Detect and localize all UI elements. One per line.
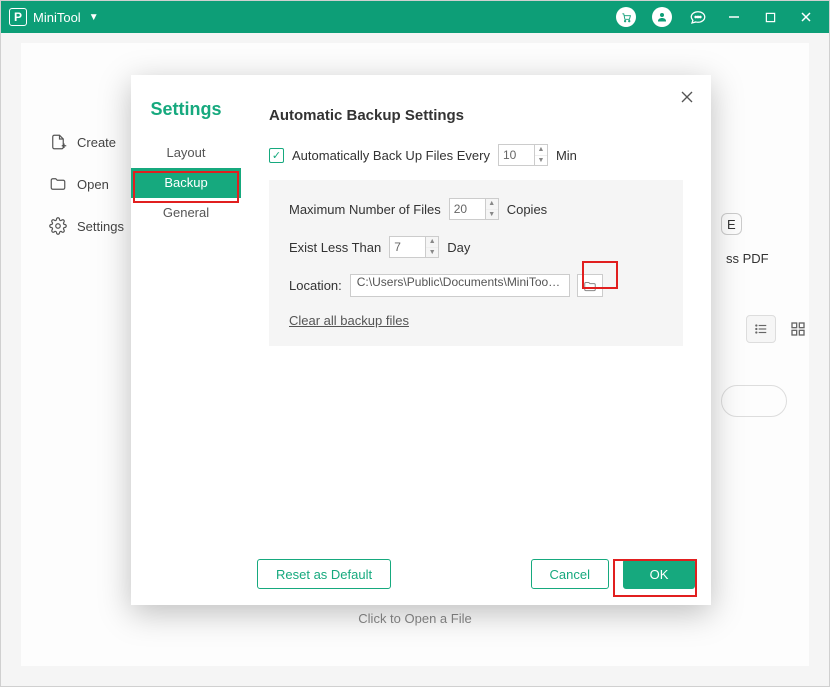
app-logo-icon: P bbox=[9, 8, 27, 26]
create-tool[interactable]: Create bbox=[49, 133, 124, 151]
auto-backup-checkbox[interactable]: ✓ bbox=[269, 148, 284, 163]
spinner-buttons: ▲ ▼ bbox=[534, 144, 548, 166]
dialog-heading: Settings bbox=[131, 99, 241, 120]
spinner-down-icon[interactable]: ▼ bbox=[535, 156, 547, 166]
spinner-down-icon[interactable]: ▼ bbox=[486, 210, 498, 220]
location-label: Location: bbox=[289, 278, 342, 293]
dialog-footer: Reset as Default Cancel OK bbox=[257, 559, 695, 589]
app-dropdown-icon[interactable]: ▼ bbox=[89, 12, 99, 23]
user-icon bbox=[652, 7, 672, 27]
open-file-hint[interactable]: Click to Open a File bbox=[21, 611, 809, 626]
max-files-unit: Copies bbox=[507, 202, 547, 217]
list-icon bbox=[754, 322, 768, 336]
cart-icon bbox=[616, 7, 636, 27]
cart-button[interactable] bbox=[611, 1, 641, 33]
auto-backup-row: ✓ Automatically Back Up Files Every ▲ ▼ … bbox=[269, 144, 683, 166]
folder-icon bbox=[583, 280, 597, 292]
open-label: Open bbox=[77, 177, 109, 192]
spinner-down-icon[interactable]: ▼ bbox=[426, 248, 438, 258]
auto-backup-label: Automatically Back Up Files Every bbox=[292, 148, 490, 163]
max-files-label: Maximum Number of Files bbox=[289, 202, 441, 217]
grid-view-button[interactable] bbox=[788, 319, 808, 339]
left-tool-panel: Create Open Settings bbox=[49, 133, 124, 235]
dialog-sidebar: Settings Layout Backup General bbox=[131, 75, 241, 605]
tab-general[interactable]: General bbox=[131, 198, 241, 228]
reset-default-button[interactable]: Reset as Default bbox=[257, 559, 391, 589]
app-name: MiniTool bbox=[33, 10, 81, 25]
window-minimize-button[interactable] bbox=[719, 1, 749, 33]
open-tool[interactable]: Open bbox=[49, 175, 124, 193]
background-pill[interactable] bbox=[721, 385, 787, 417]
spinner-buttons: ▲ ▼ bbox=[425, 236, 439, 258]
create-label: Create bbox=[77, 135, 116, 150]
less-than-input[interactable] bbox=[389, 236, 425, 258]
dialog-title: Automatic Backup Settings bbox=[269, 107, 683, 124]
backup-subpanel: Maximum Number of Files ▲ ▼ Copies Exist… bbox=[269, 180, 683, 346]
gear-icon bbox=[49, 217, 67, 235]
clear-backup-link[interactable]: Clear all backup files bbox=[289, 313, 409, 328]
settings-tool[interactable]: Settings bbox=[49, 217, 124, 235]
spinner-up-icon[interactable]: ▲ bbox=[426, 237, 438, 248]
location-browse-button[interactable] bbox=[577, 274, 603, 297]
create-icon bbox=[49, 133, 67, 151]
window-close-button[interactable] bbox=[791, 1, 821, 33]
settings-dialog: Settings Layout Backup General Automatic… bbox=[131, 75, 711, 605]
auto-backup-spinner[interactable]: ▲ ▼ bbox=[498, 144, 548, 166]
spinner-up-icon[interactable]: ▲ bbox=[486, 199, 498, 210]
location-row: Location: C:\Users\Public\Documents\Mini… bbox=[289, 274, 663, 297]
grid-icon bbox=[790, 321, 806, 337]
ok-button[interactable]: OK bbox=[623, 559, 695, 589]
view-toggle-group bbox=[746, 315, 808, 343]
list-view-button[interactable] bbox=[746, 315, 776, 343]
less-than-label: Exist Less Than bbox=[289, 240, 381, 255]
open-icon bbox=[49, 175, 67, 193]
spinner-buttons: ▲ ▼ bbox=[485, 198, 499, 220]
less-than-unit: Day bbox=[447, 240, 470, 255]
window-titlebar: P MiniTool ▼ bbox=[1, 1, 829, 33]
auto-backup-input[interactable] bbox=[498, 144, 534, 166]
dialog-content: Automatic Backup Settings ✓ Automaticall… bbox=[241, 75, 711, 605]
less-than-spinner[interactable]: ▲ ▼ bbox=[389, 236, 439, 258]
auto-backup-unit: Min bbox=[556, 148, 577, 163]
location-input[interactable]: C:\Users\Public\Documents\MiniToolPDFD bbox=[350, 274, 570, 297]
feedback-button[interactable] bbox=[683, 1, 713, 33]
background-snippet-top: E bbox=[721, 213, 742, 235]
window-maximize-button[interactable] bbox=[755, 1, 785, 33]
tab-layout[interactable]: Layout bbox=[131, 138, 241, 168]
less-than-row: Exist Less Than ▲ ▼ Day bbox=[289, 236, 663, 258]
tab-backup[interactable]: Backup bbox=[131, 168, 241, 198]
settings-label: Settings bbox=[77, 219, 124, 234]
max-files-input[interactable] bbox=[449, 198, 485, 220]
spinner-up-icon[interactable]: ▲ bbox=[535, 145, 547, 156]
max-files-row: Maximum Number of Files ▲ ▼ Copies bbox=[289, 198, 663, 220]
cancel-button[interactable]: Cancel bbox=[531, 559, 609, 589]
account-button[interactable] bbox=[647, 1, 677, 33]
background-snippet-bottom: ss PDF bbox=[726, 251, 769, 266]
max-files-spinner[interactable]: ▲ ▼ bbox=[449, 198, 499, 220]
